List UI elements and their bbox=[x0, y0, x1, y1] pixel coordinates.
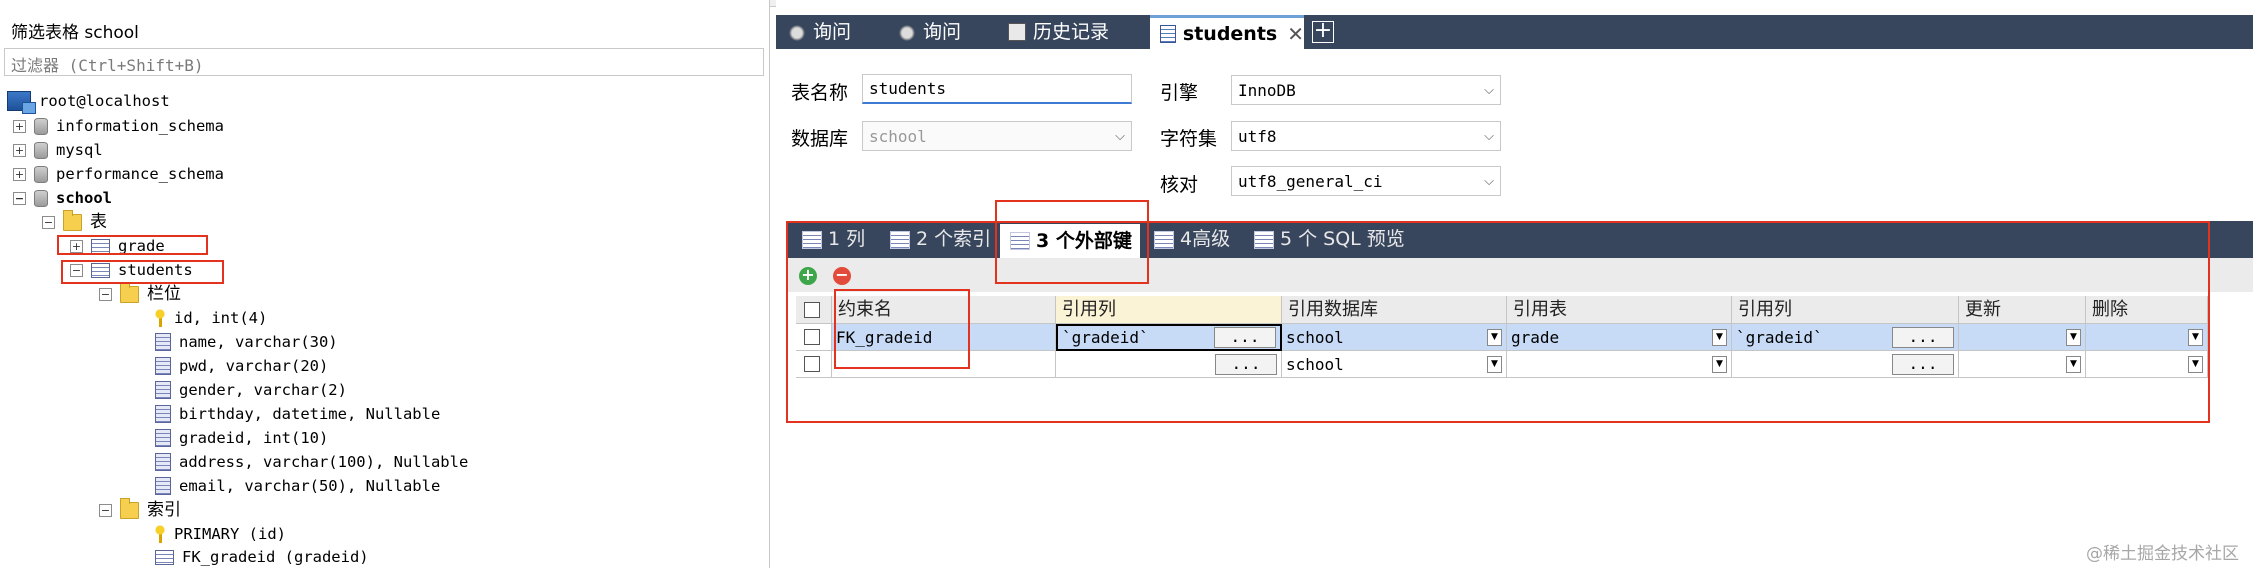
tree-index[interactable]: PRIMARY (id) bbox=[155, 523, 286, 545]
database-icon bbox=[34, 189, 48, 207]
tab-students[interactable]: students ✕ bbox=[1150, 15, 1304, 49]
tab-history[interactable]: 历史记录 bbox=[998, 15, 1148, 49]
tree-column[interactable]: name, varchar(30) bbox=[155, 331, 338, 353]
database-icon bbox=[34, 117, 48, 135]
highlight-fk-grid bbox=[786, 221, 2210, 423]
database-icon bbox=[34, 165, 48, 183]
highlight-grade bbox=[57, 235, 208, 255]
tree-db-school[interactable]: − school bbox=[13, 187, 112, 209]
column-icon bbox=[155, 477, 171, 495]
column-icon bbox=[155, 357, 171, 375]
column-icon bbox=[155, 405, 171, 423]
collapse-icon[interactable]: − bbox=[42, 215, 55, 229]
collation-select[interactable]: utf8_general_ci ⌵ bbox=[1231, 166, 1501, 196]
tree-folder-columns[interactable]: − 栏位 bbox=[99, 281, 181, 305]
primary-key-icon bbox=[155, 309, 166, 327]
history-icon bbox=[1008, 23, 1026, 41]
tree-column[interactable]: gradeid, int(10) bbox=[155, 427, 328, 449]
folder-icon bbox=[120, 497, 139, 519]
tree-db-performance-schema[interactable]: + performance_schema bbox=[13, 163, 224, 185]
highlight-students bbox=[61, 260, 224, 284]
chevron-down-icon: ⌵ bbox=[1484, 128, 1494, 144]
column-icon bbox=[155, 453, 171, 471]
server-icon bbox=[7, 91, 36, 114]
table-name-label: 表名称 bbox=[791, 82, 849, 104]
chevron-down-icon: ⌵ bbox=[1484, 82, 1494, 98]
tab-query-1[interactable]: 询问 bbox=[778, 15, 886, 49]
column-icon bbox=[155, 333, 171, 351]
tree-root[interactable]: root@localhost bbox=[7, 90, 170, 114]
tree-db-information-schema[interactable]: + information_schema bbox=[13, 115, 224, 137]
index-icon bbox=[155, 549, 174, 565]
tree-column[interactable]: address, varchar(100), Nullable bbox=[155, 451, 468, 473]
engine-select[interactable]: InnoDB ⌵ bbox=[1231, 75, 1501, 105]
tree-column[interactable]: id, int(4) bbox=[155, 307, 267, 329]
tree-folder-tables[interactable]: − 表 bbox=[42, 209, 107, 233]
database-label: 数据库 bbox=[791, 128, 849, 150]
expand-icon[interactable]: + bbox=[13, 119, 26, 133]
collation-label: 核对 bbox=[1160, 174, 1199, 196]
new-tab-button[interactable]: + bbox=[1312, 20, 1334, 43]
tree-index[interactable]: FK_gradeid (gradeid) bbox=[155, 546, 369, 568]
engine-label: 引擎 bbox=[1160, 82, 1199, 104]
expand-icon[interactable]: + bbox=[13, 167, 26, 181]
tree-column[interactable]: gender, varchar(2) bbox=[155, 379, 347, 401]
tree-column[interactable]: email, varchar(50), Nullable bbox=[155, 475, 440, 497]
tree-column[interactable]: pwd, varchar(20) bbox=[155, 355, 328, 377]
tree-folder-indexes[interactable]: − 索引 bbox=[99, 497, 181, 521]
collapse-icon[interactable]: − bbox=[99, 503, 112, 517]
database-select: school ⌵ bbox=[862, 121, 1132, 151]
table-icon bbox=[1160, 24, 1176, 43]
expand-icon[interactable]: + bbox=[13, 143, 26, 157]
query-icon bbox=[898, 23, 916, 41]
chevron-down-icon: ⌵ bbox=[1115, 128, 1125, 144]
column-icon bbox=[155, 429, 171, 447]
folder-icon bbox=[120, 281, 139, 303]
column-icon bbox=[155, 381, 171, 399]
collapse-icon[interactable]: − bbox=[99, 287, 112, 301]
tree-db-mysql[interactable]: + mysql bbox=[13, 139, 103, 161]
tab-query-2[interactable]: 询问 bbox=[888, 15, 996, 49]
close-icon[interactable]: ✕ bbox=[1287, 17, 1304, 51]
charset-label: 字符集 bbox=[1160, 128, 1218, 150]
filter-title: 筛选表格 school bbox=[11, 23, 139, 43]
tree-column[interactable]: birthday, datetime, Nullable bbox=[155, 403, 440, 425]
filter-input[interactable]: 过滤器 (Ctrl+Shift+B) bbox=[4, 48, 764, 76]
collapse-icon[interactable]: − bbox=[13, 191, 26, 205]
charset-select[interactable]: utf8 ⌵ bbox=[1231, 121, 1501, 151]
folder-icon bbox=[63, 209, 82, 231]
highlight-constraint-name bbox=[834, 289, 970, 369]
table-name-input[interactable]: students bbox=[862, 74, 1132, 104]
primary-key-icon bbox=[155, 525, 166, 543]
watermark: @稀土掘金技术社区 bbox=[2086, 544, 2239, 564]
chevron-down-icon: ⌵ bbox=[1484, 173, 1494, 189]
query-icon bbox=[788, 23, 806, 41]
database-icon bbox=[34, 141, 48, 159]
